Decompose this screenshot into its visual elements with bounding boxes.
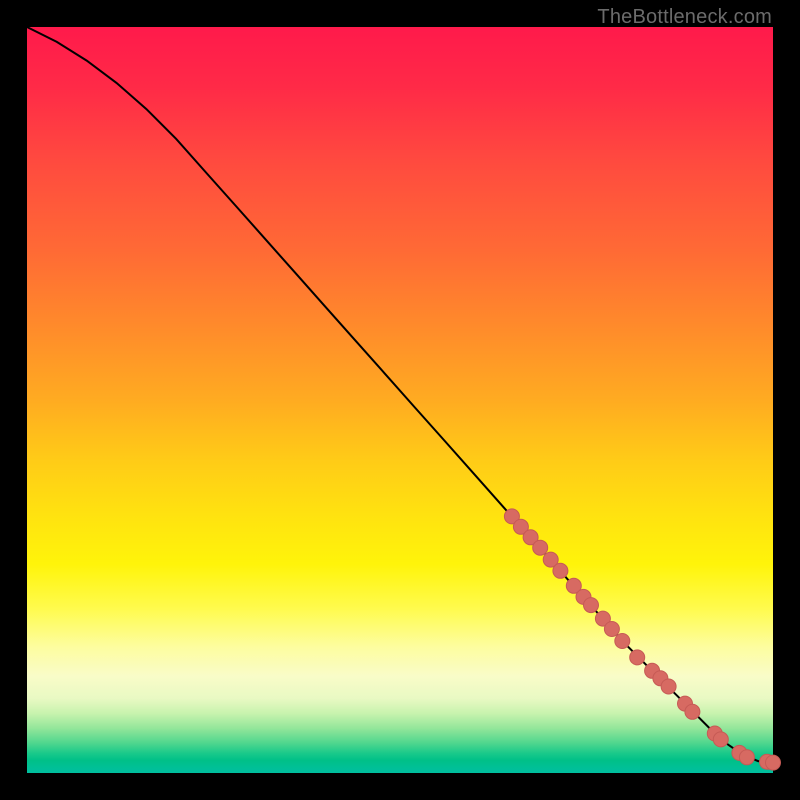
data-point (553, 563, 568, 578)
data-point (685, 704, 700, 719)
data-point (661, 679, 676, 694)
watermark-label: TheBottleneck.com (597, 6, 772, 29)
data-point (604, 622, 619, 637)
data-point (533, 540, 548, 555)
data-point (713, 732, 728, 747)
data-point (739, 750, 754, 765)
scatter-points (504, 509, 780, 770)
chart-overlay (27, 27, 773, 773)
curve-line (27, 27, 773, 763)
chart-stage: TheBottleneck.com (0, 0, 800, 800)
data-point (615, 634, 630, 649)
data-point (766, 755, 781, 770)
data-point (584, 598, 599, 613)
data-point (630, 650, 645, 665)
